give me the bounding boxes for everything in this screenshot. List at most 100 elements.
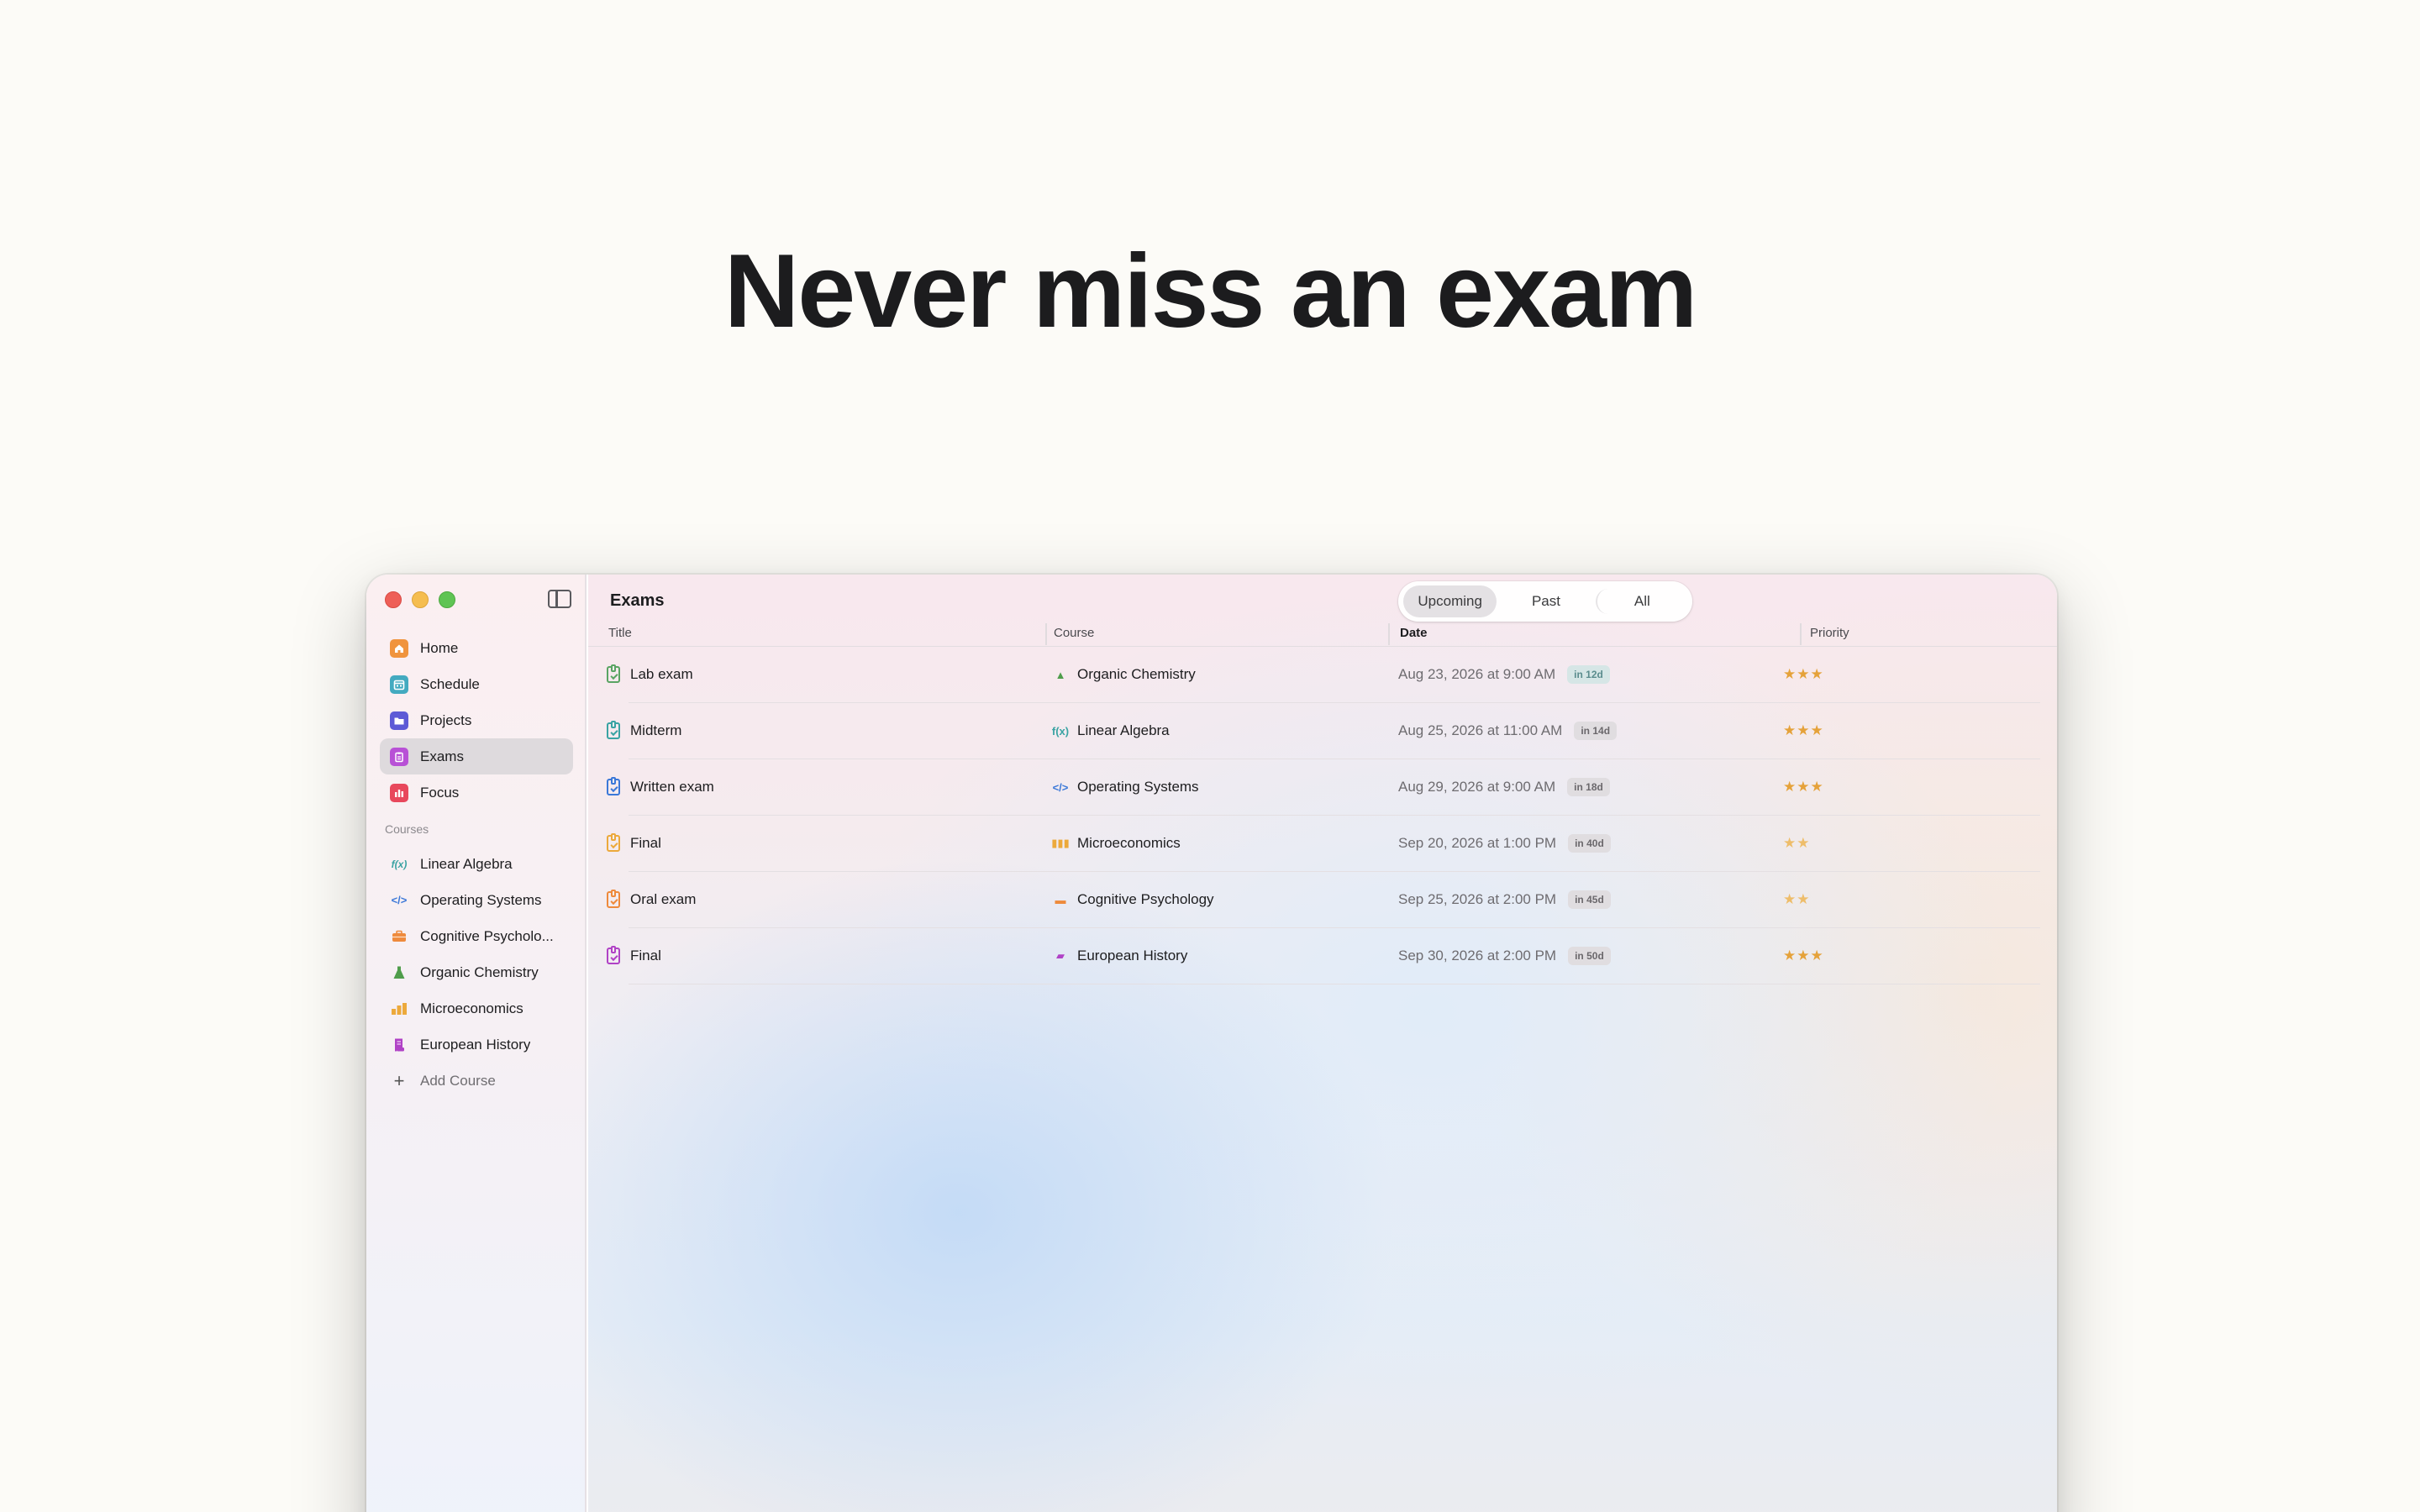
flask-icon (390, 963, 408, 982)
exam-date: Aug 29, 2026 at 9:00 AM (1398, 779, 1556, 795)
column-divider[interactable] (1800, 623, 1802, 645)
course-cell: ▰ European History (1052, 928, 1187, 984)
column-divider[interactable] (1045, 623, 1047, 645)
sidebar-item-label: Projects (420, 711, 472, 728)
flask-icon: ▲ (1055, 668, 1066, 681)
folder-icon (390, 711, 408, 730)
sidebar-course-european-history[interactable]: European History (380, 1026, 573, 1063)
bar-chart-icon (390, 1000, 408, 1018)
exam-doc-icon (607, 946, 620, 964)
table-row[interactable]: Written exam </> Operating Systems Aug 2… (588, 759, 2057, 816)
course-cell: ▬ Cognitive Psychology (1052, 872, 1214, 927)
priority-cell[interactable]: ★★ (1783, 816, 1810, 871)
page-title: Exams (610, 591, 665, 610)
exam-title: Final (630, 948, 661, 963)
priority-cell[interactable]: ★★★ (1783, 928, 1824, 984)
sidebar-item-home[interactable]: Home (380, 630, 573, 666)
course-name: Cognitive Psychology (1077, 891, 1214, 907)
priority-stars: ★★ (1783, 891, 1811, 907)
sidebar-course-cognitive-psychology[interactable]: Cognitive Psycholo... (380, 918, 573, 954)
plus-icon: + (393, 1069, 405, 1091)
sidebar-item-label: Home (420, 639, 459, 656)
course-name: Linear Algebra (1077, 722, 1170, 738)
scroll-icon: ▰ (1056, 949, 1065, 962)
date-cell: Aug 29, 2026 at 9:00 AM in 18d (1398, 759, 1610, 815)
title-cell: Final (607, 816, 661, 871)
exam-doc-icon (607, 721, 620, 739)
exam-doc-icon (607, 664, 620, 683)
priority-stars: ★★★ (1783, 779, 1824, 795)
column-header-date[interactable]: Date (1400, 626, 1428, 640)
function-icon: f(x) (391, 858, 408, 870)
add-course-button[interactable]: + Add Course (380, 1063, 573, 1099)
column-header-priority[interactable]: Priority (1810, 626, 1849, 640)
sidebar-course-operating-systems[interactable]: </> Operating Systems (380, 882, 573, 918)
clipboard-icon (390, 747, 408, 766)
briefcase-icon: ▬ (1055, 893, 1066, 906)
briefcase-icon (390, 927, 408, 946)
sidebar-item-schedule[interactable]: Schedule (380, 666, 573, 702)
function-icon: f(x) (1051, 724, 1070, 738)
exam-title: Midterm (630, 722, 682, 738)
priority-stars: ★★★ (1783, 666, 1824, 682)
course-cell: f(x) Linear Algebra (1052, 703, 1170, 759)
headline: Never miss an exam (723, 234, 1698, 349)
sidebar-course-linear-algebra[interactable]: f(x) Linear Algebra (380, 846, 573, 882)
priority-cell[interactable]: ★★★ (1783, 647, 1824, 702)
course-cell: ▮▮▮ Microeconomics (1051, 816, 1181, 871)
priority-stars: ★★ (1783, 835, 1811, 851)
date-cell: Aug 23, 2026 at 9:00 AM in 12d (1398, 647, 1610, 702)
sidebar-item-focus[interactable]: Focus (380, 774, 573, 811)
column-header-title[interactable]: Title (608, 626, 632, 640)
countdown-badge: in 50d (1568, 947, 1611, 965)
courses-section-header: Courses (385, 822, 429, 836)
priority-cell[interactable]: ★★★ (1783, 703, 1824, 759)
exam-date: Sep 25, 2026 at 2:00 PM (1398, 891, 1557, 907)
table-header: Title Course Date ^ Priority (588, 622, 2057, 647)
sidebar-toggle-icon[interactable] (548, 590, 571, 608)
tab-upcoming[interactable]: Upcoming (1403, 585, 1497, 617)
exam-title: Oral exam (630, 891, 697, 907)
add-course-label: Add Course (420, 1072, 496, 1089)
bar-chart-icon: ▮▮▮ (1051, 837, 1070, 849)
tab-past[interactable]: Past (1497, 585, 1595, 617)
priority-cell[interactable]: ★★★ (1783, 759, 1824, 815)
table-row[interactable]: Oral exam ▬ Cognitive Psychology Sep 25,… (588, 872, 2057, 928)
exam-date: Sep 30, 2026 at 2:00 PM (1398, 948, 1557, 963)
column-header-course[interactable]: Course (1054, 626, 1094, 640)
date-cell: Sep 20, 2026 at 1:00 PM in 40d (1398, 816, 1611, 871)
close-button[interactable] (385, 591, 402, 608)
date-cell: Aug 25, 2026 at 11:00 AM in 14d (1398, 703, 1618, 759)
course-label: Microeconomics (420, 1000, 523, 1016)
priority-stars: ★★★ (1783, 722, 1824, 738)
course-name: Organic Chemistry (1077, 666, 1196, 682)
table-row[interactable]: Midterm f(x) Linear Algebra Aug 25, 2026… (588, 703, 2057, 759)
exam-title: Lab exam (630, 666, 693, 682)
minimize-button[interactable] (412, 591, 429, 608)
table-row[interactable]: Final ▮▮▮ Microeconomics Sep 20, 2026 at… (588, 816, 2057, 872)
code-icon: </> (391, 894, 408, 906)
sidebar-course-microeconomics[interactable]: Microeconomics (380, 990, 573, 1026)
countdown-badge: in 12d (1567, 665, 1610, 684)
countdown-badge: in 45d (1568, 890, 1611, 909)
sidebar-item-projects[interactable]: Projects (380, 702, 573, 738)
countdown-badge: in 18d (1567, 778, 1610, 796)
exam-doc-icon (607, 890, 620, 908)
sidebar-item-label: Schedule (420, 675, 480, 692)
countdown-badge: in 14d (1574, 722, 1618, 740)
sidebar-item-exams[interactable]: Exams (380, 738, 573, 774)
sidebar-course-organic-chemistry[interactable]: Organic Chemistry (380, 954, 573, 990)
table-row[interactable]: Lab exam ▲ Organic Chemistry Aug 23, 202… (588, 647, 2057, 703)
priority-cell[interactable]: ★★ (1783, 872, 1810, 927)
row-divider (629, 983, 2040, 984)
tab-all[interactable]: All (1595, 589, 1687, 614)
course-label: European History (420, 1036, 531, 1053)
sidebar: Home Schedule Projects Exams Focus Cours… (366, 575, 587, 1512)
course-name: European History (1077, 948, 1188, 963)
chart-bars-icon (390, 783, 408, 802)
course-cell: ▲ Organic Chemistry (1052, 647, 1196, 702)
exam-date: Aug 25, 2026 at 11:00 AM (1398, 722, 1563, 738)
table-row[interactable]: Final ▰ European History Sep 30, 2026 at… (588, 928, 2057, 984)
column-divider[interactable] (1388, 623, 1390, 645)
zoom-button[interactable] (439, 591, 455, 608)
